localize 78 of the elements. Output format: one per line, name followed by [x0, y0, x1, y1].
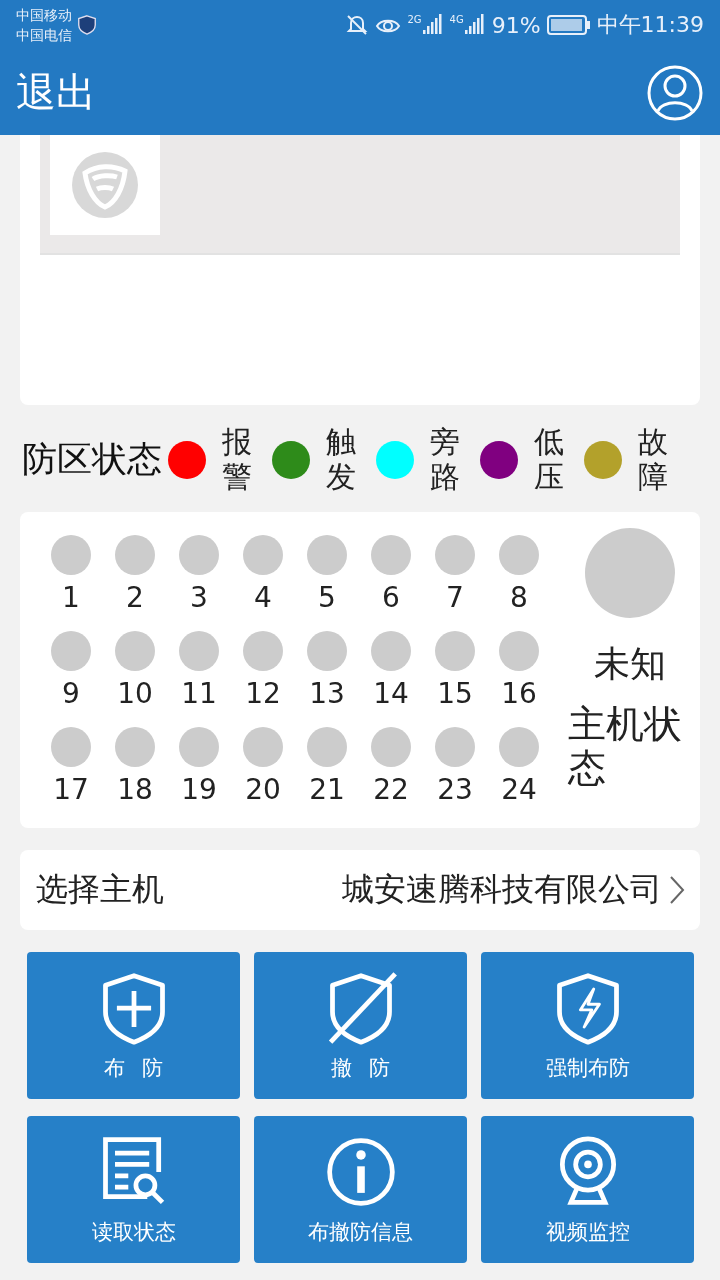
- zone-dot: [115, 535, 155, 575]
- zone-number: 1: [62, 581, 80, 614]
- clock: 中午11:39: [596, 11, 704, 39]
- zone-dot: [499, 727, 539, 767]
- action-button[interactable]: 强制布防: [481, 952, 694, 1099]
- battery-percent: 91%: [491, 12, 541, 38]
- network-label: 2G: [407, 14, 422, 25]
- zone-dot: [51, 727, 91, 767]
- zone-dot: [179, 535, 219, 575]
- zone-dot: [243, 631, 283, 671]
- zone-dot: [51, 631, 91, 671]
- zone-number: 3: [190, 581, 208, 614]
- legend-label: 旁路: [430, 425, 460, 494]
- carrier-name: 中国电信: [16, 26, 72, 45]
- zone-number: 14: [373, 677, 409, 710]
- zone-number: 9: [62, 677, 80, 710]
- host-status-label: 主机状态: [567, 703, 683, 791]
- legend-label: 触发: [326, 425, 356, 494]
- action-button[interactable]: 布 防: [27, 952, 240, 1099]
- zone-dot: [371, 535, 411, 575]
- zone-dot: [307, 727, 347, 767]
- signal-icon: [463, 14, 486, 36]
- zone-dot: [499, 535, 539, 575]
- host-status-value: 未知: [594, 642, 666, 686]
- shield-icon: [76, 14, 98, 36]
- zone-dot: [243, 535, 283, 575]
- exit-button[interactable]: 退出: [16, 65, 96, 120]
- legend-label: 低压: [534, 425, 564, 494]
- host-select-row[interactable]: 选择主机 城安速腾科技有限公司: [20, 850, 700, 930]
- zone-dot: [307, 631, 347, 671]
- network-label: 4G: [449, 14, 464, 25]
- zone-number: 22: [373, 773, 409, 806]
- zone-number: 5: [318, 581, 336, 614]
- zone-number: 8: [510, 581, 528, 614]
- zone-dot: [115, 727, 155, 767]
- logo-icon: [71, 151, 139, 219]
- legend-title: 防区状态: [22, 438, 162, 481]
- battery-icon: [546, 14, 591, 36]
- zone-number: 17: [53, 773, 89, 806]
- zone-number: 11: [181, 677, 217, 710]
- zone-number: 18: [117, 773, 153, 806]
- zone-number: 6: [382, 581, 400, 614]
- zone-dot: [435, 535, 475, 575]
- user-icon[interactable]: [646, 63, 704, 122]
- legend-label: 故障: [638, 425, 668, 494]
- zone-dot: [179, 727, 219, 767]
- zone-dot: [435, 631, 475, 671]
- zone-number: 21: [309, 773, 345, 806]
- zone-number: 4: [254, 581, 272, 614]
- action-button[interactable]: 读取状态: [27, 1116, 240, 1263]
- chevron-icon: [668, 874, 686, 906]
- zone-dot: [51, 535, 91, 575]
- zone-dot: [115, 631, 155, 671]
- zone-number: 7: [446, 581, 464, 614]
- zone-number: 2: [126, 581, 144, 614]
- zone-dot: [243, 727, 283, 767]
- zone-number: 10: [117, 677, 153, 710]
- zone-dot: [371, 727, 411, 767]
- zone-number: 19: [181, 773, 217, 806]
- zone-number: 20: [245, 773, 281, 806]
- zone-number: 23: [437, 773, 473, 806]
- zone-number: 24: [501, 773, 537, 806]
- zone-dot: [499, 631, 539, 671]
- zone-number: 12: [245, 677, 281, 710]
- zone-number: 15: [437, 677, 473, 710]
- zone-number: 16: [501, 677, 537, 710]
- legend-label: 报警: [222, 425, 252, 494]
- carrier-name: 中国移动: [16, 6, 72, 25]
- zone-dot: [179, 631, 219, 671]
- signal-icon: [421, 14, 444, 36]
- mute-icon: [345, 13, 370, 37]
- action-button[interactable]: 布撤防信息: [254, 1116, 467, 1263]
- zone-dot: [371, 631, 411, 671]
- zone-dot: [307, 535, 347, 575]
- action-button[interactable]: 视频监控: [481, 1116, 694, 1263]
- zone-dot: [435, 727, 475, 767]
- action-button[interactable]: 撤 防: [254, 952, 467, 1099]
- zone-number: 13: [309, 677, 345, 710]
